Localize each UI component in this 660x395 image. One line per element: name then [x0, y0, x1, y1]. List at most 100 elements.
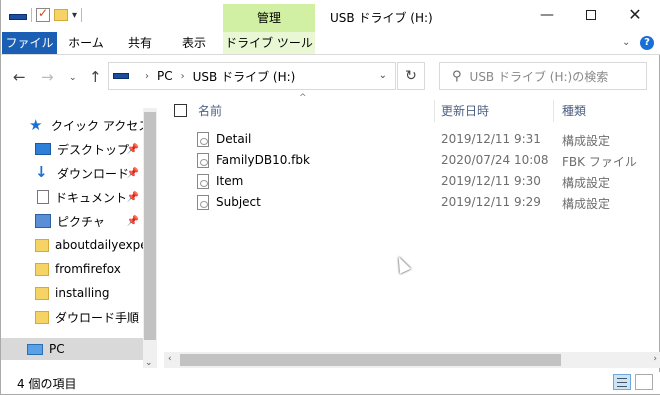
toolbar-divider [81, 8, 83, 22]
refresh-button[interactable]: ↻ [397, 62, 425, 90]
pin-icon[interactable]: 📌 [127, 216, 139, 227]
nav-item-pictures[interactable]: ピクチャ 📌 [35, 210, 143, 232]
quick-access-toolbar: ▾ [9, 6, 83, 22]
column-divider[interactable] [553, 100, 554, 122]
forward-button[interactable]: → [41, 68, 54, 86]
file-type: 構成設定 [562, 197, 611, 211]
breadcrumb-chevron-icon[interactable]: › [181, 71, 185, 82]
nav-label: ドキュメント [55, 190, 128, 205]
ribbon-expand-icon[interactable]: ⌄ [622, 37, 630, 48]
nav-item-aboutdailyexper[interactable]: aboutdailyexper [35, 234, 143, 256]
horizontal-scrollbar[interactable]: ‹ › [164, 352, 660, 368]
file-date: 2020/07/24 10:08 [441, 153, 549, 167]
nav-item-download-steps[interactable]: ダウロード手順 [35, 306, 143, 328]
column-header-type[interactable]: 種類 [562, 100, 586, 122]
customize-toolbar-dropdown-icon[interactable]: ▾ [72, 10, 77, 21]
config-file-icon [197, 174, 209, 189]
column-divider[interactable] [434, 100, 435, 122]
config-file-icon [197, 195, 209, 210]
details-view-icon [617, 382, 627, 383]
sort-ascending-icon: ^ [299, 93, 307, 103]
folder-icon [35, 286, 49, 300]
usb-drive-icon [113, 73, 129, 79]
select-all-checkbox[interactable] [174, 104, 187, 117]
nav-item-desktop[interactable]: デスクトップ 📌 [35, 138, 143, 160]
scroll-left-icon[interactable]: ‹ [168, 354, 172, 364]
file-date: 2019/12/11 9:31 [441, 132, 541, 146]
tab-file[interactable]: ファイル [2, 32, 57, 54]
tab-share[interactable]: 共有 [117, 32, 163, 54]
properties-icon[interactable] [36, 6, 50, 22]
breadcrumb-pc[interactable]: PC [157, 69, 173, 83]
file-icon [197, 153, 209, 168]
file-name: FamilyDB10.fbk [216, 153, 310, 167]
title-bar: ▾ 管理 USB ドライブ (H:) — ✕ [1, 0, 660, 32]
close-button[interactable]: ✕ [613, 0, 657, 30]
search-input[interactable]: ⚲ USB ドライブ (H:)の検索 [439, 62, 647, 90]
nav-label: ダウロード手順 [55, 310, 140, 325]
details-view-button[interactable] [613, 374, 631, 390]
window-title: USB ドライブ (H:) [330, 11, 433, 25]
breadcrumb-usb-drive[interactable]: USB ドライブ (H:) [193, 68, 296, 85]
pin-icon[interactable]: 📌 [127, 192, 139, 203]
nav-label: installing [55, 286, 110, 300]
maximize-button[interactable] [569, 0, 613, 30]
file-name: Detail [216, 132, 252, 146]
nav-item-installing[interactable]: installing [35, 282, 143, 304]
folder-icon [35, 238, 49, 252]
tab-drive-tools[interactable]: ドライブ ツール [223, 32, 315, 54]
ribbon-tabs: ファイル ホーム 共有 表示 ドライブ ツール ⌄ ? [1, 32, 660, 55]
nav-scrollbar[interactable]: ⌄ [143, 108, 157, 368]
folder-icon [35, 262, 49, 276]
file-name: Subject [216, 195, 261, 209]
file-date: 2019/12/11 9:29 [441, 195, 541, 209]
nav-item-documents[interactable]: ドキュメント 📌 [35, 186, 143, 208]
pictures-icon [35, 214, 51, 228]
navigation-pane: ★ クイック アクセス デスクトップ 📌 ↓ ダウンロード 📌 ドキュメント 📌… [1, 108, 157, 368]
nav-label: fromfirefox [55, 262, 121, 276]
scroll-down-icon[interactable]: ⌄ [145, 358, 153, 368]
manage-context-group: 管理 [223, 4, 315, 32]
column-header-date[interactable]: 更新日時 [441, 100, 489, 122]
address-bar[interactable]: › PC › USB ドライブ (H:) ⌄ [108, 62, 396, 90]
minimize-button[interactable]: — [525, 0, 569, 30]
file-row[interactable]: Detail 2019/12/11 9:31 構成設定 [171, 129, 641, 150]
pin-icon[interactable]: 📌 [127, 144, 139, 155]
nav-item-downloads[interactable]: ↓ ダウンロード 📌 [35, 162, 143, 184]
item-count: 4 個の項目 [17, 377, 77, 391]
mouse-cursor-icon [393, 254, 411, 274]
details-view-icon [617, 386, 627, 387]
file-row[interactable]: Item 2019/12/11 9:30 構成設定 [171, 171, 641, 192]
pin-icon[interactable]: 📌 [127, 168, 139, 179]
back-button[interactable]: ← [13, 68, 26, 86]
nav-item-fromfirefox[interactable]: fromfirefox [35, 258, 143, 280]
new-folder-icon[interactable] [54, 9, 68, 21]
scrollbar-thumb[interactable] [144, 112, 156, 340]
scroll-right-icon[interactable]: › [653, 354, 657, 364]
nav-label: クイック アクセス [51, 118, 151, 133]
tab-view[interactable]: 表示 [169, 32, 219, 54]
search-icon: ⚲ [452, 68, 462, 84]
scrollbar-thumb[interactable] [180, 354, 561, 366]
usb-drive-icon [9, 14, 27, 20]
file-type: FBK ファイル [562, 155, 637, 169]
up-button[interactable]: ↑ [89, 68, 102, 86]
nav-label: PC [49, 342, 65, 356]
file-name: Item [216, 174, 244, 188]
nav-item-pc[interactable]: PC [1, 338, 143, 360]
file-date: 2019/12/11 9:30 [441, 174, 541, 188]
details-view-icon [617, 378, 627, 379]
tab-home[interactable]: ホーム [61, 32, 111, 54]
help-icon[interactable]: ? [640, 36, 654, 50]
large-icons-view-button[interactable] [635, 374, 653, 390]
search-placeholder: USB ドライブ (H:)の検索 [469, 69, 609, 84]
folder-icon [35, 310, 49, 324]
column-header-name[interactable]: 名前 [198, 100, 222, 122]
file-row[interactable]: Subject 2019/12/11 9:29 構成設定 [171, 192, 641, 213]
address-dropdown-icon[interactable]: ⌄ [379, 70, 387, 81]
nav-label: デスクトップ [57, 142, 130, 157]
document-icon [37, 190, 49, 204]
recent-locations-icon[interactable]: ⌄ [69, 73, 77, 83]
breadcrumb-chevron-icon[interactable]: › [145, 71, 149, 82]
file-row[interactable]: FamilyDB10.fbk 2020/07/24 10:08 FBK ファイル [171, 150, 641, 171]
